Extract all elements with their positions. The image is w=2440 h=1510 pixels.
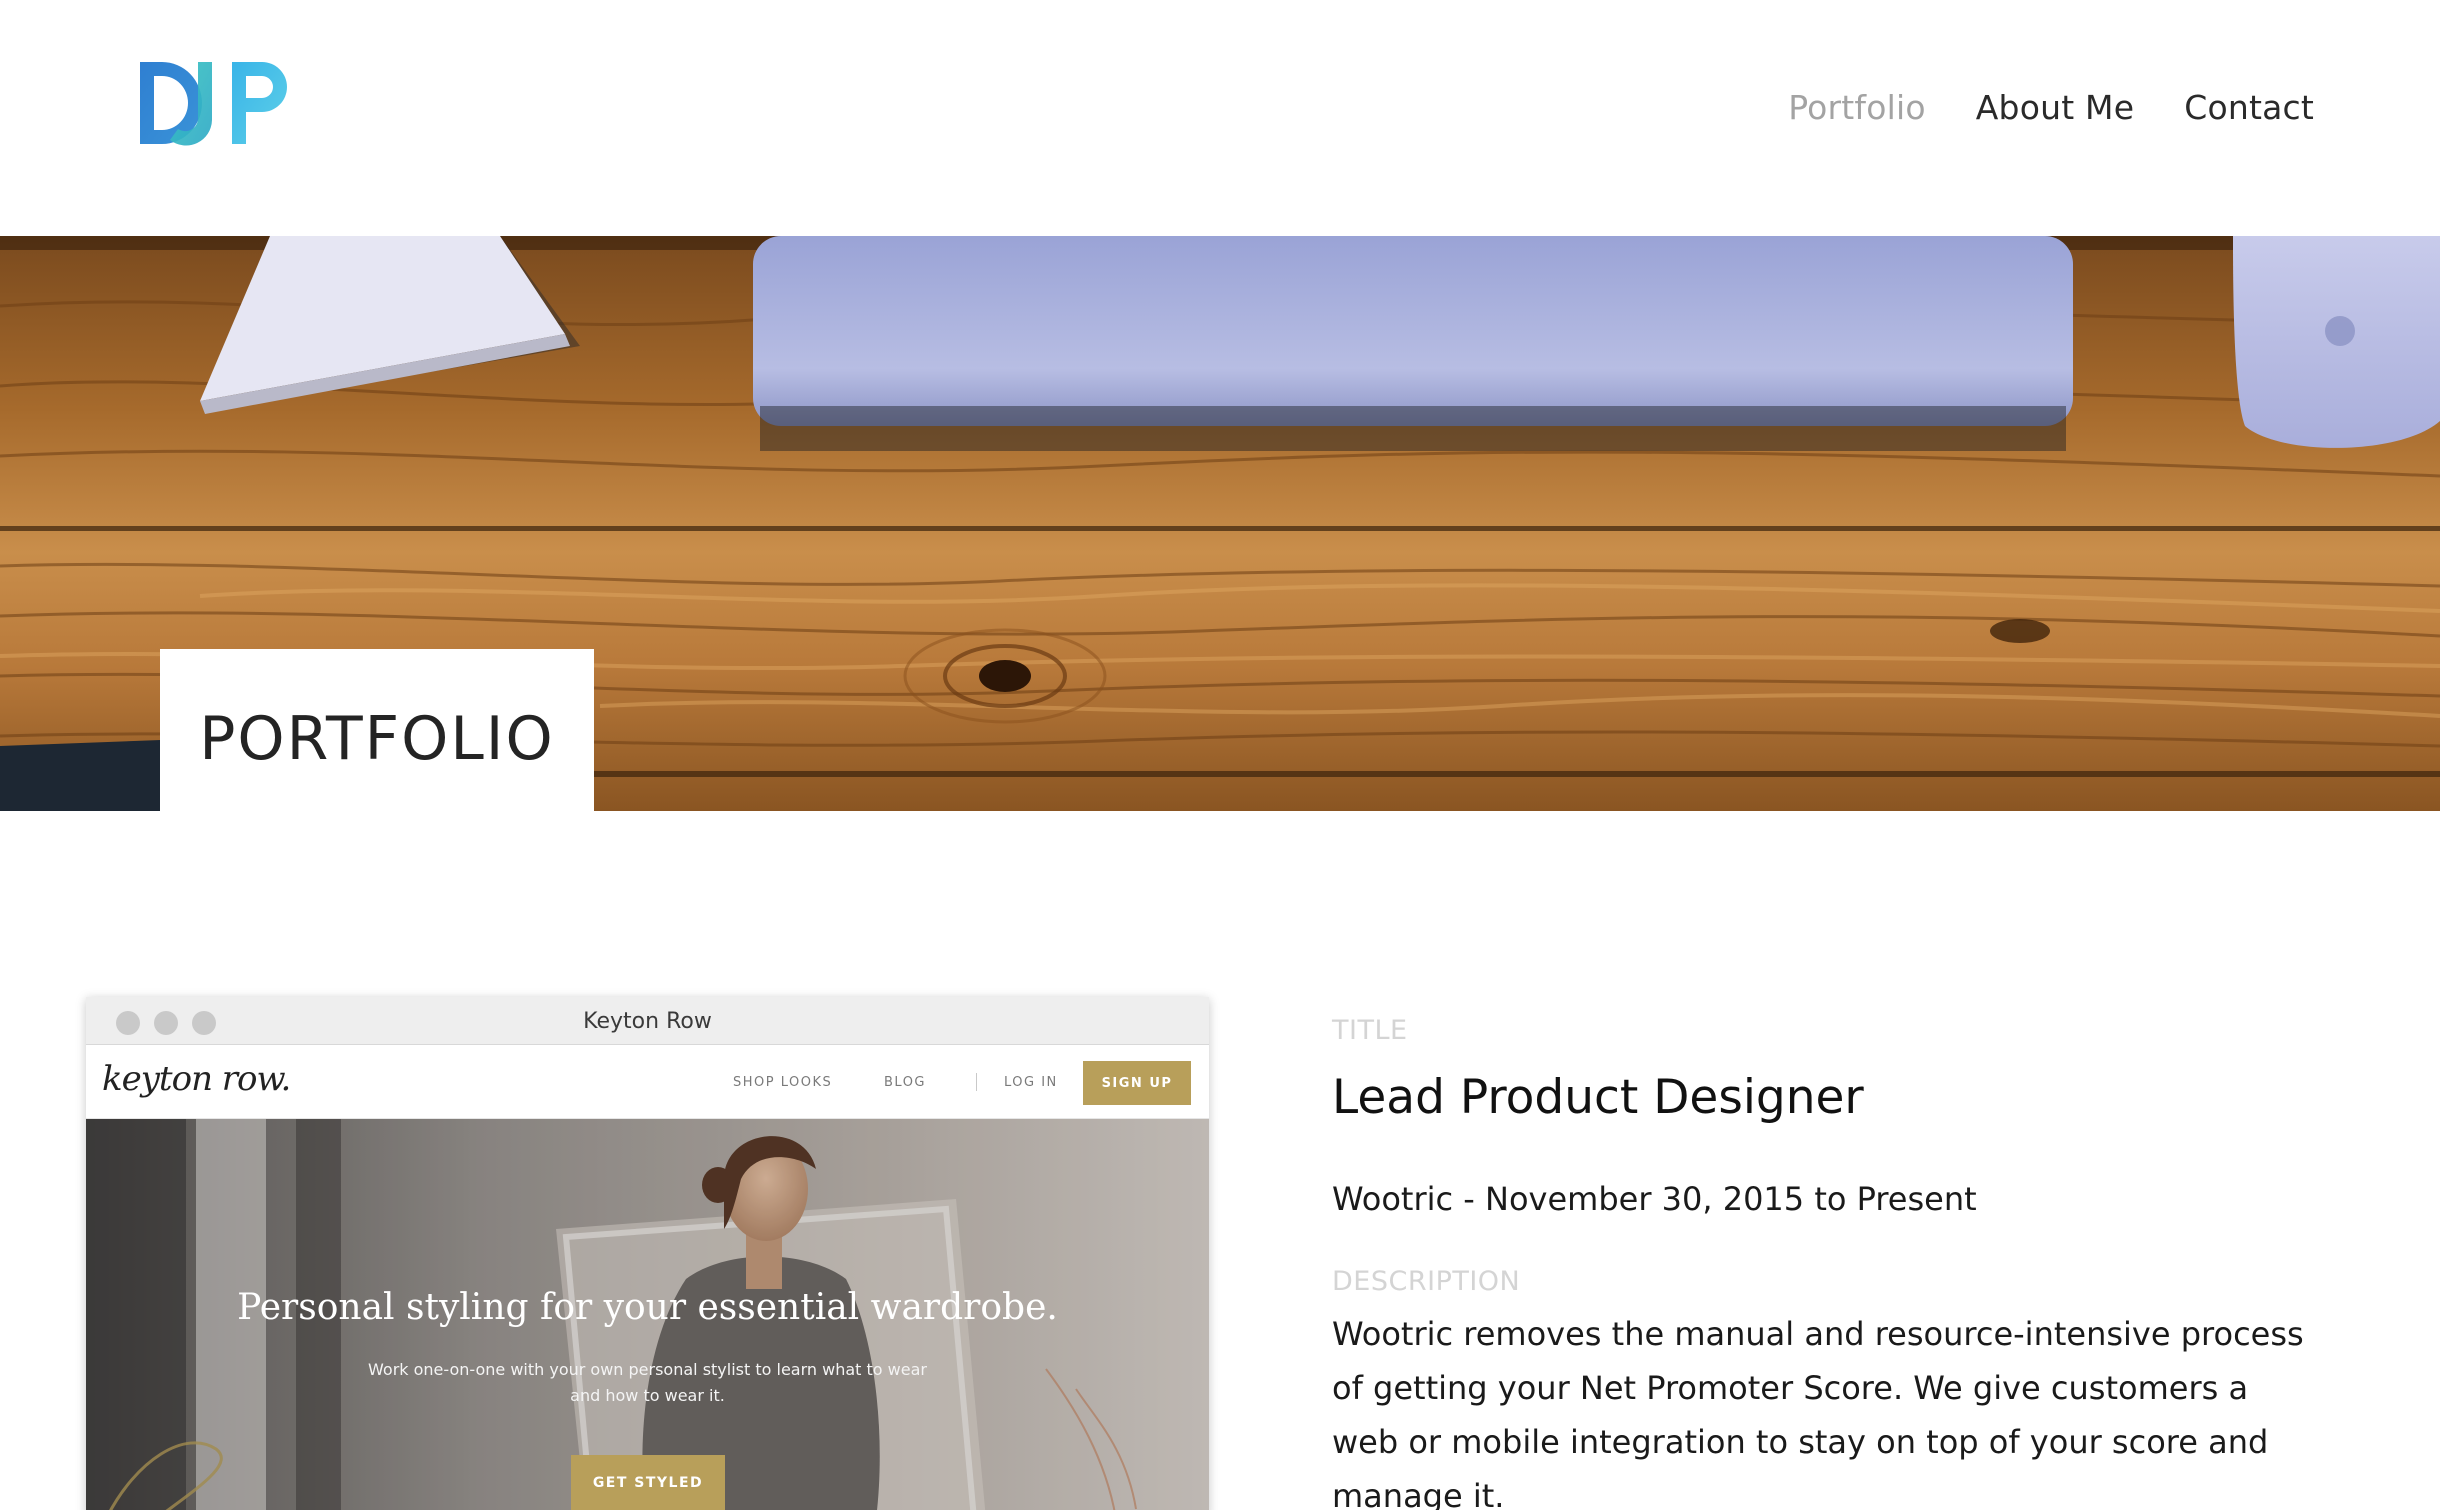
hero-banner: PORTFOLIO: [0, 236, 2440, 811]
mock-nav-log-in: LOG IN: [1004, 1075, 1058, 1090]
browser-window-title: Keyton Row: [583, 1009, 712, 1034]
project-screenshot[interactable]: Keyton Row keyton row. SHOP LOOKS BLOG L…: [86, 997, 1209, 1510]
job-title: Lead Product Designer: [1332, 1070, 1864, 1125]
nav-contact-link[interactable]: Contact: [2184, 88, 2314, 127]
mock-site-logo: keyton row.: [102, 1059, 291, 1099]
logo-djp[interactable]: [136, 58, 300, 148]
browser-title-bar: Keyton Row: [86, 997, 1209, 1045]
mock-nav-divider: [976, 1073, 977, 1091]
company-dates: Wootric - November 30, 2015 to Present: [1332, 1180, 1977, 1218]
nav-portfolio-link[interactable]: Portfolio: [1788, 88, 1926, 127]
mock-hero-subheadline: Work one-on-one with your own personal s…: [368, 1360, 927, 1405]
mock-hero-photo: Personal styling for your essential ward…: [86, 1119, 1209, 1510]
mock-get-styled-button: GET STYLED: [571, 1455, 725, 1510]
project-details: TITLE Lead Product Designer Wootric - No…: [1332, 1015, 2332, 1510]
site-header: Portfolio About Me Contact: [0, 0, 2440, 236]
mock-site-nav: keyton row. SHOP LOOKS BLOG LOG IN SIGN …: [86, 1045, 1209, 1119]
page-title: PORTFOLIO: [199, 704, 555, 774]
main-nav: Portfolio About Me Contact: [1788, 88, 2314, 127]
title-label: TITLE: [1332, 1015, 1408, 1046]
project-description: Wootric removes the manual and resource-…: [1332, 1315, 2304, 1510]
mock-sign-up-button: SIGN UP: [1083, 1061, 1191, 1105]
nav-about-me-link[interactable]: About Me: [1976, 88, 2134, 127]
mock-nav-blog: BLOG: [884, 1075, 927, 1090]
mock-hero-headline: Personal styling for your essential ward…: [237, 1287, 1058, 1328]
hero-title-card: PORTFOLIO: [160, 649, 594, 811]
description-label: DESCRIPTION: [1332, 1266, 1521, 1297]
mock-nav-shop-looks: SHOP LOOKS: [733, 1075, 833, 1090]
